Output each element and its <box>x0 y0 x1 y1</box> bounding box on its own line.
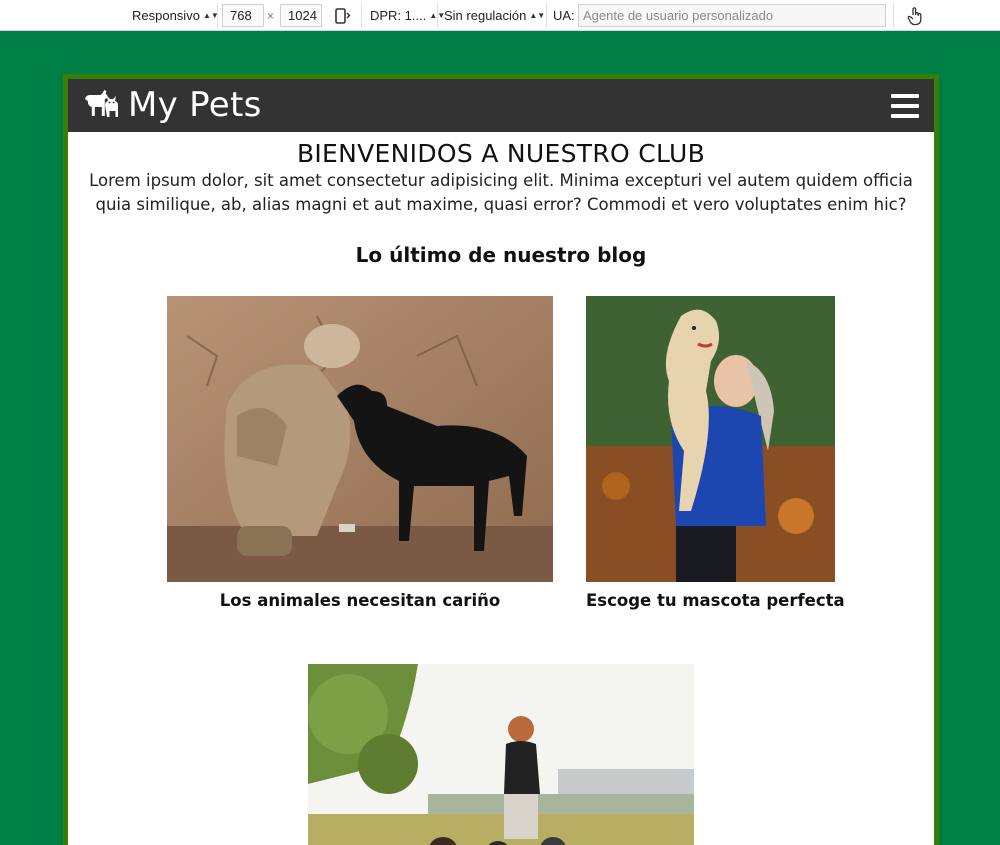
blog-post-card[interactable]: Los animales necesitan cariño <box>167 296 553 610</box>
emulated-viewport: My Pets BIENVENIDOS A NUESTRO CLUB Lorem… <box>63 74 939 845</box>
device-mode-label: Responsivo <box>132 8 200 23</box>
user-agent-input[interactable]: Agente de usuario personalizado <box>578 4 886 27</box>
touch-hand-icon[interactable] <box>904 4 926 27</box>
dpr-label: DPR: 1.... <box>370 8 427 23</box>
rotate-device-icon[interactable] <box>331 4 353 27</box>
woman-walking-dogs-image <box>308 664 694 845</box>
ua-label: UA: <box>553 8 575 23</box>
dimension-separator: × <box>267 8 275 23</box>
blog-post-card[interactable] <box>308 664 694 845</box>
device-mode-select[interactable]: Responsivo ▲▼ <box>128 4 223 27</box>
throttling-select[interactable]: Sin regulación ▲▼ <box>440 4 549 27</box>
soldier-dog-image <box>167 296 553 582</box>
blog-post-title[interactable]: Los animales necesitan cariño <box>167 591 553 610</box>
responsive-toolbar: Responsivo ▲▼ 768 × 1024 DPR: 1.... ▲▼ S… <box>0 0 1000 31</box>
woman-labrador-image <box>586 296 835 582</box>
intro-paragraph: Lorem ipsum dolor, sit amet consectetur … <box>89 171 913 214</box>
viewport-width-input[interactable]: 768 <box>222 4 264 27</box>
throttling-label: Sin regulación <box>444 8 527 23</box>
blog-section-title: Lo último de nuestro blog <box>355 243 647 267</box>
blog-post-card[interactable]: Escoge tu mascota perfecta <box>586 296 845 610</box>
brand-link[interactable]: My Pets <box>82 82 262 128</box>
select-arrow-icon: ▲▼ <box>529 11 546 20</box>
dog-and-cat-icon <box>82 87 120 123</box>
brand-name: My Pets <box>128 85 262 125</box>
welcome-title: BIENVENIDOS A NUESTRO CLUB <box>296 139 706 168</box>
hamburger-menu-icon[interactable] <box>891 94 919 118</box>
viewport-height-input[interactable]: 1024 <box>280 4 322 27</box>
blog-post-title[interactable]: Escoge tu mascota perfecta <box>586 591 845 610</box>
site-navbar: My Pets <box>68 79 934 132</box>
